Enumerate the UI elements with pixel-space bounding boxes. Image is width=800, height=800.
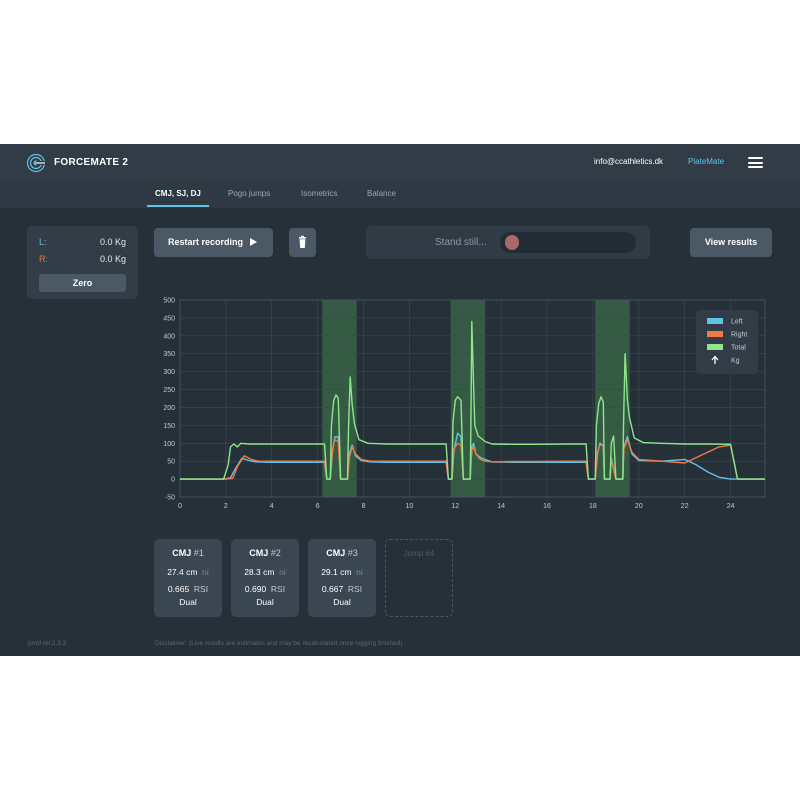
jump-title: CMJ [249, 548, 269, 558]
jump-placeholder-label: Jump #4 [403, 549, 435, 558]
jump-rsi-label: RSI [193, 584, 209, 594]
stability-indicator-track [500, 232, 636, 253]
jump-number: #1 [193, 548, 204, 558]
y-tick-label: 250 [163, 387, 175, 394]
jump-height: 29.1 cm [321, 567, 352, 577]
jump-height-note: ni [279, 567, 286, 577]
jump-placeholder: Jump #4 [385, 539, 453, 617]
platemate-link[interactable]: PlateMate [688, 157, 724, 166]
tab-balance[interactable]: Balance [367, 189, 396, 198]
restart-recording-button[interactable]: Restart recording [154, 228, 273, 257]
jump-height-note: ni [356, 567, 363, 577]
legend-label-right: Right [731, 332, 747, 339]
x-tick-label: 22 [681, 503, 689, 510]
jump-card-3[interactable]: CMJ #3 29.1 cm ni 0.667 RSI Dual [308, 539, 376, 617]
left-label: L: [39, 237, 47, 247]
legend-box [696, 310, 758, 374]
y-tick-label: 0 [171, 477, 175, 484]
jump-height: 28.3 cm [244, 567, 275, 577]
y-tick-label: 450 [163, 315, 175, 322]
restart-recording-label: Restart recording [168, 237, 244, 247]
y-tick-label: 400 [163, 333, 175, 340]
legend-label-total: Total [731, 345, 746, 352]
y-tick-label: 150 [163, 423, 175, 430]
right-label: R: [39, 254, 48, 264]
y-tick-label: 350 [163, 351, 175, 358]
active-tab-indicator [147, 205, 209, 207]
legend-label-left: Left [731, 319, 743, 326]
x-tick-label: 2 [224, 503, 228, 510]
x-tick-label: 4 [270, 503, 274, 510]
legend-swatch-total [707, 344, 723, 350]
x-tick-label: 24 [727, 503, 735, 510]
jump-card-2[interactable]: CMJ #2 28.3 cm ni 0.690 RSI Dual [231, 539, 299, 617]
play-icon [250, 238, 257, 246]
hamburger-menu-icon[interactable] [748, 157, 763, 168]
tab-isometrics[interactable]: Isometrics [301, 189, 337, 198]
y-tick-label: 500 [163, 298, 175, 305]
disclaimer-text: Disclaimer: (Live results are estimates … [155, 640, 403, 647]
x-tick-label: 12 [451, 503, 459, 510]
zero-button[interactable]: Zero [39, 274, 126, 292]
legend-label-kg: Kg [731, 358, 740, 365]
forcemate-logo-icon [26, 153, 46, 173]
status-text: Stand still... [435, 237, 487, 248]
jump-rsi-label: RSI [347, 584, 363, 594]
version-text: prod rel 2.3.3 [28, 640, 67, 647]
x-tick-label: 6 [316, 503, 320, 510]
force-chart: -500501001502002503003504004505000 2 4 6 8 10… [163, 298, 766, 510]
x-tick-label: 18 [589, 503, 597, 510]
legend-swatch-left [707, 318, 723, 324]
y-tick-label: 300 [163, 369, 175, 376]
right-value: 0.0 Kg [99, 254, 126, 264]
trash-icon [299, 235, 306, 248]
tab-bar: CMJ, SJ, DJ Pogo jumps Isometrics Balanc… [0, 181, 800, 208]
jump-rsi: 0.690 [244, 584, 267, 594]
jump-height-note: ni [202, 567, 209, 577]
jump-rsi-label: RSI [270, 584, 286, 594]
top-bar: FORCEMATE 2 info@ccathletics.dk PlateMat… [0, 144, 800, 181]
brand-title: FORCEMATE 2 [54, 157, 129, 168]
view-results-button[interactable]: View results [690, 228, 772, 257]
x-tick-label: 0 [178, 503, 182, 510]
y-tick-label: 50 [167, 459, 175, 466]
tab-pogo-jumps[interactable]: Pogo jumps [228, 189, 270, 198]
jump-title: CMJ [172, 548, 192, 558]
jump-rsi: 0.667 [321, 584, 344, 594]
load-readout-card: L: 0.0 Kg R: 0.0 Kg Zero [27, 226, 138, 299]
app-window: FORCEMATE 2 info@ccathletics.dk PlateMat… [0, 144, 800, 656]
jump-card-1[interactable]: CMJ #1 27.4 cm ni 0.665 RSI Dual [154, 539, 222, 617]
y-tick-label: -50 [165, 495, 175, 502]
x-tick-label: 20 [635, 503, 643, 510]
x-tick-label: 8 [362, 503, 366, 510]
legend-swatch-right [707, 331, 723, 337]
status-panel: Stand still... [366, 226, 650, 259]
jump-height: 27.4 cm [167, 567, 198, 577]
jump-mode: Dual [179, 597, 197, 607]
jump-rsi: 0.665 [167, 584, 190, 594]
jump-mode: Dual [256, 597, 274, 607]
jump-number: #2 [270, 548, 281, 558]
delete-button[interactable] [289, 228, 316, 257]
y-tick-label: 100 [163, 441, 175, 448]
user-email[interactable]: info@ccathletics.dk [594, 157, 663, 166]
x-tick-label: 16 [543, 503, 551, 510]
jump-mode: Dual [333, 597, 351, 607]
left-value: 0.0 Kg [99, 237, 126, 247]
stability-indicator-dot [505, 235, 519, 250]
tab-cmj-sj-dj[interactable]: CMJ, SJ, DJ [155, 189, 201, 198]
y-tick-label: 200 [163, 405, 175, 412]
jump-number: #3 [347, 548, 358, 558]
x-tick-label: 10 [406, 503, 414, 510]
x-tick-label: 14 [497, 503, 505, 510]
jump-title: CMJ [326, 548, 346, 558]
